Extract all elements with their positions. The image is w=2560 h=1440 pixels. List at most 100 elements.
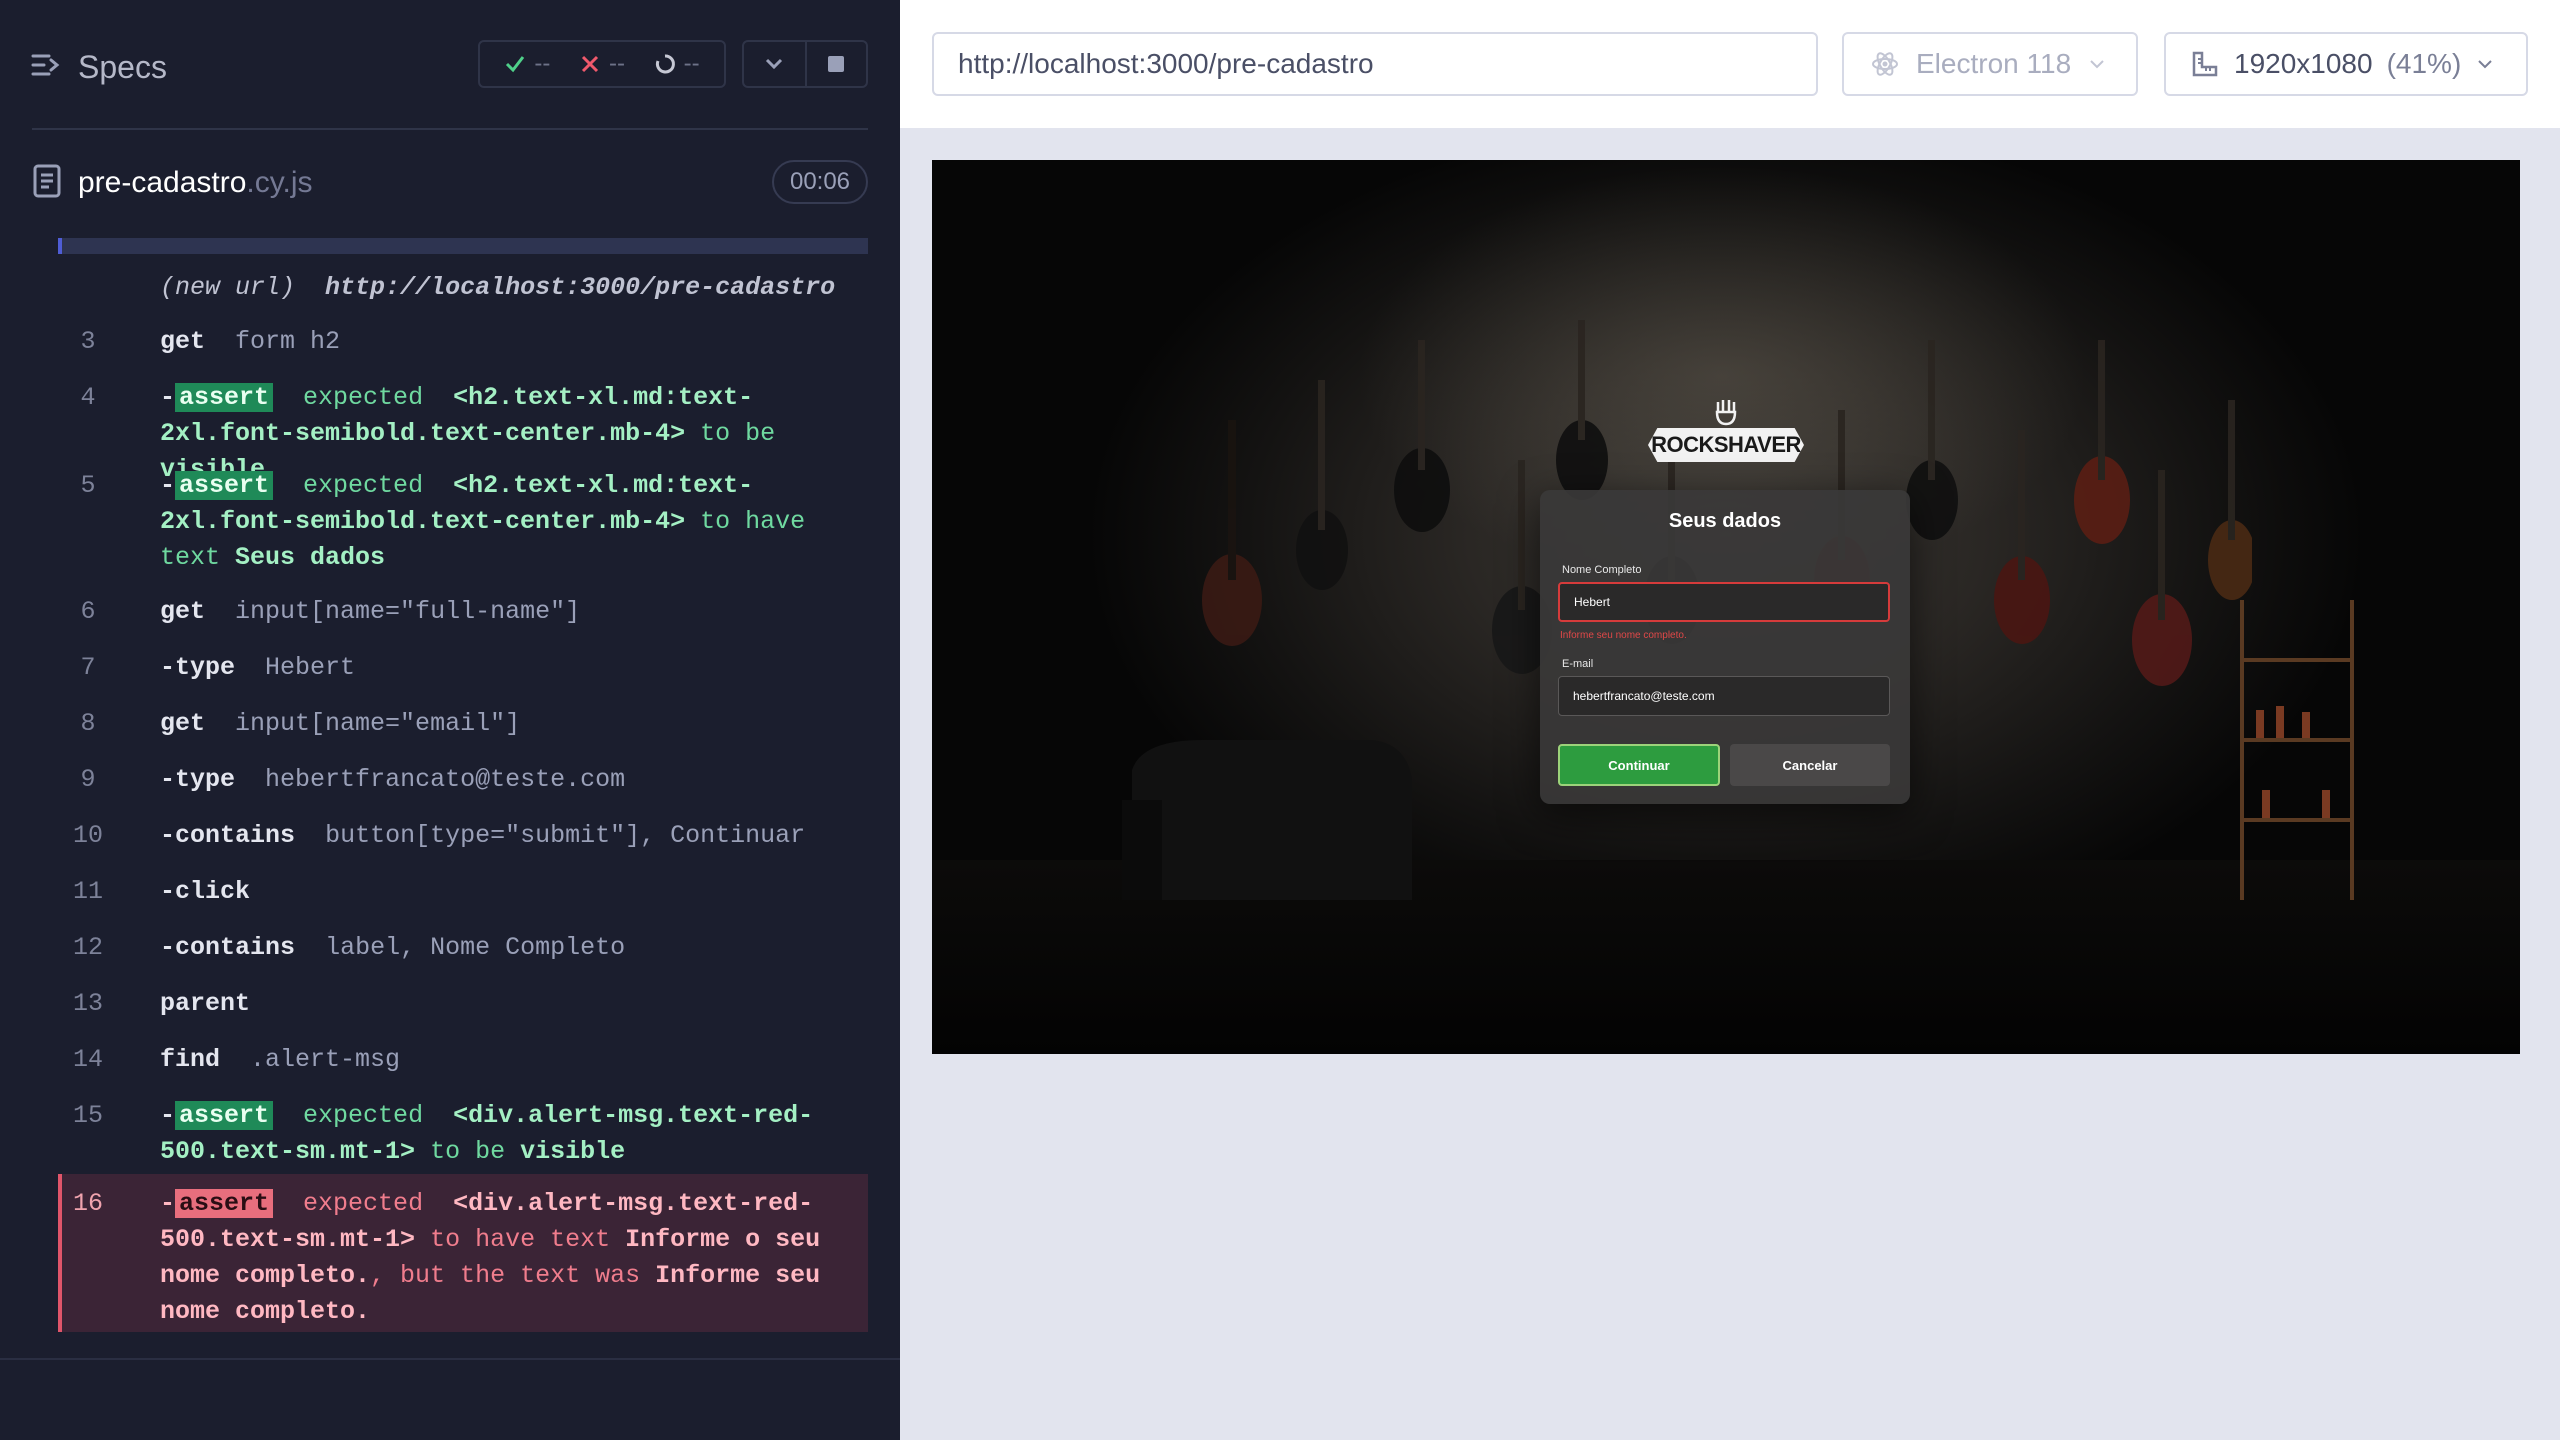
collapse-all-button[interactable]	[744, 42, 805, 86]
command-name: get	[160, 709, 206, 738]
command-number: 5	[80, 471, 96, 500]
check-icon	[506, 56, 525, 73]
assert-value: visible	[520, 1137, 626, 1166]
stop-button[interactable]	[804, 42, 866, 86]
command-number: 15	[72, 1101, 103, 1130]
command-number: 4	[80, 383, 96, 412]
stop-icon	[828, 56, 845, 72]
cancel-button[interactable]: Cancelar	[1730, 744, 1890, 786]
command-arg: hebertfrancato@teste.com	[265, 765, 626, 794]
command-row-assert-failed[interactable]: 16 - assert expected <div.alert-msg.text-…	[58, 1174, 868, 1332]
rockshaver-logo: ROCKSHAVER	[1648, 398, 1804, 478]
assert-badge: assert	[175, 1189, 274, 1218]
assert-text: to have text	[430, 1225, 611, 1254]
reporter-controls	[742, 40, 868, 88]
continue-button[interactable]: Continuar	[1558, 744, 1720, 786]
command-name: get	[160, 327, 206, 356]
assert-text: , but the text was	[370, 1261, 641, 1290]
command-name: contains	[175, 821, 296, 850]
pending-stat: --	[654, 50, 700, 78]
command-row[interactable]: 10 -contains button[type="submit"], Cont…	[58, 814, 868, 864]
assert-badge: assert	[175, 471, 274, 500]
specs-list-icon	[30, 49, 62, 86]
test-stats: -- -- --	[478, 40, 726, 88]
pending-count: --	[683, 50, 700, 77]
command-name: type	[175, 765, 236, 794]
command-number: 8	[80, 709, 96, 738]
command-number: 9	[80, 765, 96, 794]
spec-file-name: pre-cadastro	[78, 166, 247, 199]
specs-label: Specs	[78, 48, 167, 85]
email-input[interactable]: hebertfrancato@teste.com	[1558, 676, 1890, 716]
viewport-scale: (41%)	[2386, 48, 2462, 79]
reporter-panel: Specs -- -- -- pre-cadastro.cy.js 00:06 …	[0, 0, 900, 1440]
command-name: contains	[175, 933, 296, 962]
assert-text: expected	[303, 1101, 424, 1130]
browser-name: Electron 118	[1916, 48, 2072, 79]
reporter-header: Specs -- -- --	[0, 0, 900, 130]
command-number: 14	[72, 1045, 103, 1074]
electron-icon	[1872, 52, 1898, 76]
assert-badge: assert	[175, 1101, 274, 1130]
spec-duration: 00:06	[772, 160, 868, 204]
viewport-select[interactable]: 1920x1080 (41%)	[2164, 32, 2528, 96]
command-arg: label, Nome Completo	[325, 933, 626, 962]
command-number: 12	[72, 933, 103, 962]
command-row-assert[interactable]: 5 - assert expected <h2.text-xl.md:text-2…	[58, 464, 868, 584]
command-row[interactable]: 6 get input[name="full-name"]	[58, 590, 868, 640]
command-arg: Hebert	[265, 653, 356, 682]
command-row-assert[interactable]: 4 - assert expected <h2.text-xl.md:text-2…	[58, 376, 868, 484]
form-title: Seus dados	[1668, 510, 1782, 532]
command-arg: .alert-msg	[250, 1045, 401, 1074]
shelf-image	[2240, 600, 2354, 900]
command-row[interactable]: 3 get form h2	[58, 320, 868, 370]
header-divider	[32, 128, 868, 130]
app-under-test: ROCKSHAVER Seus dados Nome Completo Hebe…	[932, 160, 2520, 1054]
failed-stat: --	[579, 50, 625, 78]
passed-count: --	[534, 50, 551, 77]
command-row[interactable]: 11 -click	[58, 870, 868, 920]
command-row[interactable]: 9 -type hebertfrancato@teste.com	[58, 758, 868, 808]
browser-select[interactable]: Electron 118	[1842, 32, 2138, 96]
failed-count: --	[608, 50, 625, 77]
logo-text: ROCKSHAVER	[1648, 428, 1804, 462]
assert-text: expected	[303, 383, 424, 412]
command-number: 7	[80, 653, 96, 682]
assert-text: to be	[430, 1137, 506, 1166]
command-arg: input[name="email"]	[235, 709, 521, 738]
command-name: find	[160, 1045, 221, 1074]
command-name: type	[175, 653, 236, 682]
armchair-image	[1122, 740, 1412, 900]
command-log[interactable]: (new url) http://localhost:3000/pre-cada…	[58, 238, 868, 1336]
command-name: get	[160, 597, 206, 626]
assert-badge: assert	[175, 383, 274, 412]
command-name: click	[175, 877, 251, 906]
passed-stat: --	[504, 50, 550, 78]
command-row[interactable]: 12 -contains label, Nome Completo	[58, 926, 868, 976]
name-label: Nome Completo	[1562, 564, 1642, 576]
spinner-icon	[655, 54, 675, 74]
x-icon	[581, 55, 599, 73]
command-arg: button[type="submit"], Continuar	[325, 821, 806, 850]
chevron-down-icon	[2478, 60, 2492, 69]
command-number: 10	[72, 821, 103, 850]
command-row[interactable]: 7 -type Hebert	[58, 646, 868, 696]
command-row[interactable]: 14 find .alert-msg	[58, 1038, 868, 1088]
url-bar[interactable]: http://localhost:3000/pre-cadastro	[932, 32, 1818, 96]
command-arg: form h2	[235, 327, 341, 356]
document-icon	[32, 164, 62, 203]
command-row-new-url[interactable]: (new url) http://localhost:3000/pre-cada…	[58, 266, 868, 310]
full-name-input[interactable]: Hebert	[1558, 582, 1890, 622]
spec-file-header[interactable]: pre-cadastro.cy.js	[32, 160, 313, 206]
assert-text: expected	[303, 471, 424, 500]
command-row-assert[interactable]: 15 - assert expected <div.alert-msg.text-…	[58, 1094, 868, 1180]
name-alert-msg: Informe seu nome completo.	[1560, 630, 1687, 641]
specs-toggle-button[interactable]: Specs	[30, 44, 167, 90]
command-row[interactable]: 13 parent	[58, 982, 868, 1032]
command-number: 3	[80, 327, 96, 356]
email-label: E-mail	[1562, 658, 1594, 670]
hand-icon	[1715, 400, 1737, 426]
preview-toolbar: http://localhost:3000/pre-cadastro Elect…	[900, 0, 2560, 128]
command-name: parent	[160, 989, 251, 1018]
command-row[interactable]: 8 get input[name="email"]	[58, 702, 868, 752]
